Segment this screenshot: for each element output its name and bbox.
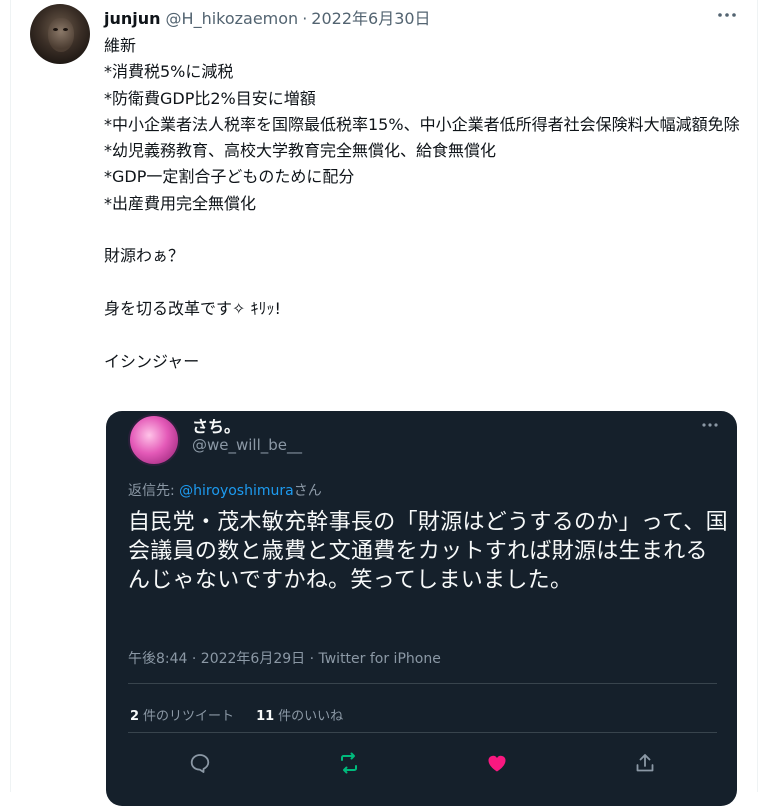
- tweet-text: 維新 *消費税5%に減税 *防衛費GDP比2%目安に増額 *中小企業者法人税率を…: [104, 36, 740, 371]
- reply-mention-link[interactable]: @hiroyoshimura: [179, 483, 294, 499]
- retweet-count-stat[interactable]: 2 件のリツイート: [130, 705, 234, 724]
- separator-dot: ·: [302, 9, 308, 28]
- user-handle[interactable]: @H_hikozaemon: [166, 9, 299, 28]
- retweet-count: 2: [130, 709, 140, 724]
- like-count: 11: [256, 709, 275, 724]
- tweet-header: junjun @H_hikozaemon · 2022年6月30日: [104, 5, 431, 29]
- quoted-more-icon[interactable]: [700, 417, 720, 433]
- like-label: 件のいいね: [278, 709, 344, 724]
- quoted-tweet-meta[interactable]: 午後8:44 · 2022年6月29日 · Twitter for iPhone: [128, 648, 441, 668]
- divider: [128, 732, 717, 733]
- avatar-eye: [53, 28, 58, 31]
- avatar[interactable]: [30, 4, 90, 64]
- divider: [128, 683, 717, 684]
- quoted-tweet-card[interactable]: さち。 @we_will_be__ 返信先: @hiroyoshimuraさん …: [106, 411, 737, 806]
- quoted-handle[interactable]: @we_will_be__: [192, 436, 302, 454]
- retweet-icon[interactable]: [337, 751, 361, 775]
- engagement-stats: 2 件のリツイート 11 件のいいね: [130, 705, 365, 724]
- reply-context: 返信先: @hiroyoshimuraさん: [128, 480, 322, 500]
- like-heart-icon[interactable]: [485, 751, 509, 775]
- reply-suffix: さん: [293, 483, 322, 499]
- quoted-tweet-text: 自民党・茂木敏充幹事長の「財源はどうするのか」って、国会議員の数と歳費と文通費を…: [128, 510, 728, 593]
- share-icon[interactable]: [633, 751, 657, 775]
- retweet-label: 件のリツイート: [143, 709, 235, 724]
- timeline-border-left: [10, 0, 11, 792]
- more-horizontal-icon[interactable]: [716, 6, 738, 24]
- tweet-date[interactable]: 2022年6月30日: [311, 5, 430, 29]
- quoted-avatar[interactable]: [128, 414, 180, 466]
- reply-prefix: 返信先:: [128, 483, 180, 499]
- quoted-display-name[interactable]: さち。: [192, 413, 240, 437]
- avatar-face: [48, 18, 74, 52]
- avatar-eye: [63, 28, 68, 31]
- reply-icon[interactable]: [188, 751, 212, 775]
- display-name[interactable]: junjun: [104, 9, 161, 28]
- like-count-stat[interactable]: 11 件のいいね: [256, 705, 343, 724]
- timeline-border-right: [757, 0, 758, 792]
